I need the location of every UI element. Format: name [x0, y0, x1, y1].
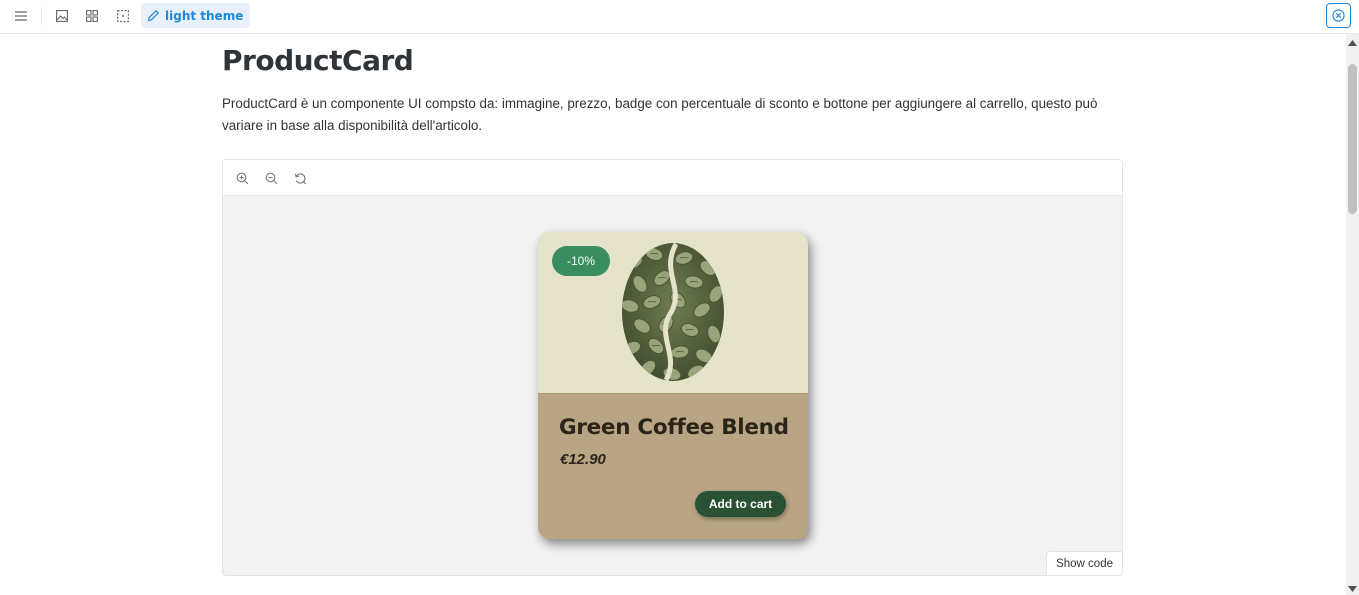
preview-toolbar — [223, 160, 1122, 196]
top-toolbar: light theme — [0, 0, 1359, 34]
product-price: €12.90 — [560, 451, 606, 468]
product-name: Green Coffee Blend — [559, 415, 789, 440]
background-button[interactable] — [51, 6, 73, 26]
theme-toggle-button[interactable]: light theme — [141, 3, 251, 28]
zoom-out-icon — [265, 172, 277, 184]
add-to-cart-button[interactable]: Add to cart — [695, 491, 786, 517]
triangle-down-icon — [1348, 585, 1357, 592]
product-image-area: -10% — [538, 232, 808, 394]
theme-toggle-label: light theme — [165, 8, 244, 23]
pencil-icon — [147, 9, 160, 22]
scrollbar-thumb[interactable] — [1348, 64, 1357, 214]
scroll-down-arrow[interactable] — [1348, 584, 1357, 593]
scroll-up-arrow[interactable] — [1348, 38, 1357, 47]
story-preview: -10% Green Coffee Blend €12.90 Add to ca… — [222, 159, 1123, 576]
discount-badge: -10% — [552, 246, 610, 276]
reset-zoom-button[interactable] — [291, 169, 309, 187]
zoom-out-button[interactable] — [262, 169, 280, 187]
zoom-in-icon — [236, 172, 248, 184]
vertical-scrollbar[interactable] — [1346, 34, 1359, 595]
page-description: ProductCard è un componente UI compsto d… — [222, 96, 1098, 133]
product-card: -10% Green Coffee Blend €12.90 Add to ca… — [538, 232, 808, 539]
outline-button[interactable] — [112, 6, 134, 26]
close-circle-icon — [1332, 9, 1345, 22]
menu-icon — [15, 11, 27, 21]
close-button[interactable] — [1326, 3, 1351, 28]
frame-icon — [117, 10, 129, 22]
reset-zoom-icon — [294, 172, 306, 184]
coffee-bean-image — [622, 242, 724, 382]
page-title: ProductCard — [222, 44, 414, 77]
menu-button[interactable] — [10, 6, 32, 26]
grid-icon — [86, 10, 98, 22]
triangle-up-icon — [1348, 39, 1357, 46]
zoom-in-button[interactable] — [233, 169, 251, 187]
show-code-button[interactable]: Show code — [1046, 551, 1122, 575]
grid-button[interactable] — [81, 6, 103, 26]
toolbar-divider — [41, 7, 42, 25]
image-icon — [56, 10, 68, 22]
